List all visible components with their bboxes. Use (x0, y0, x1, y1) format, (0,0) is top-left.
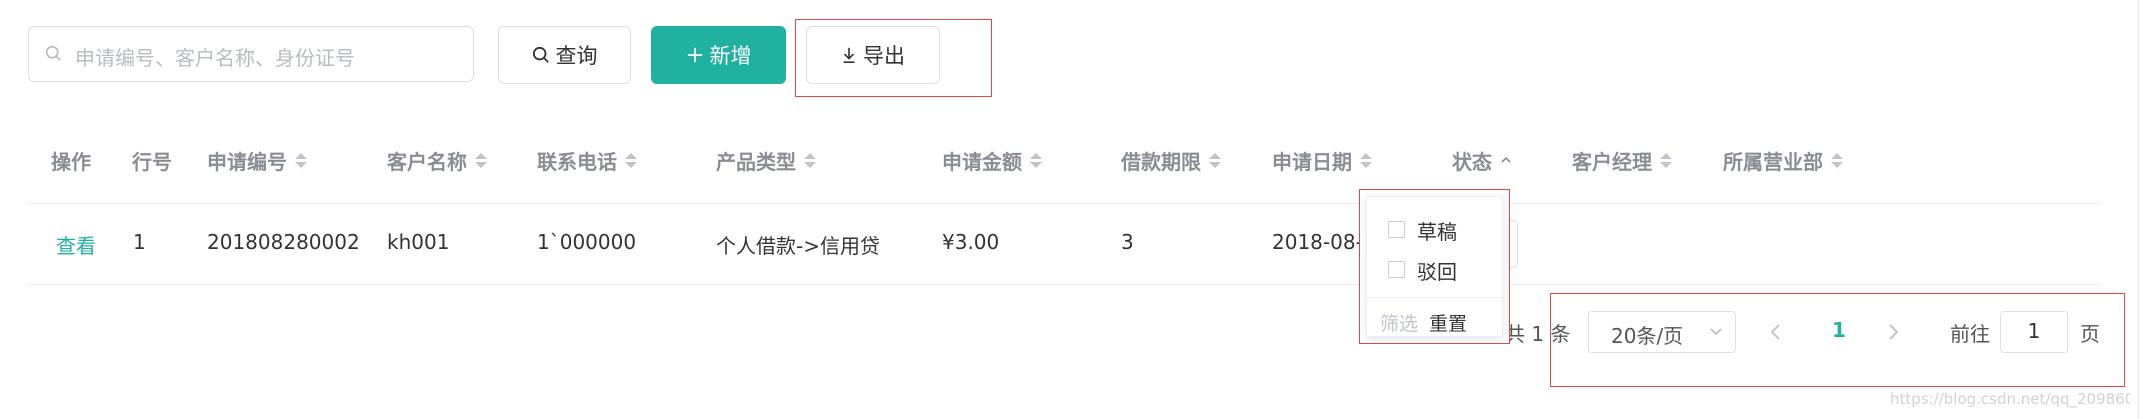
sort-icon[interactable] (1360, 152, 1372, 168)
col-header-term[interactable]: 借款期限 (1121, 146, 1221, 174)
chevron-down-icon (1710, 328, 1722, 336)
cell-customer: kh001 (387, 230, 450, 254)
goto-prefix: 前往 (1950, 322, 1990, 346)
total-count: 共 1 条 (1505, 322, 1571, 346)
status-filter-dropdown: 草稿 驳回 筛选 重置 (1359, 189, 1510, 344)
add-label: 新增 (709, 44, 752, 68)
next-page-icon[interactable] (1886, 322, 1900, 342)
col-header-index: 行号 (132, 149, 172, 174)
page-number-current[interactable]: 1 (1832, 318, 1846, 342)
watermark: https://blog.csdn.net/qq_20986029 (1890, 390, 2130, 408)
page-size-value: 20条/页 (1611, 324, 1684, 348)
cell-index: 1 (133, 230, 146, 254)
sort-icon[interactable] (804, 152, 816, 168)
filter-checkbox-rejected[interactable] (1388, 261, 1405, 278)
sort-icon[interactable] (1209, 152, 1221, 168)
page-right-edge (2138, 0, 2139, 419)
col-header-customer[interactable]: 客户名称 (387, 146, 487, 174)
sort-icon[interactable] (625, 152, 637, 168)
goto-page-input[interactable]: 1 (2000, 311, 2068, 353)
search-input[interactable]: 申请编号、客户名称、身份证号 (28, 26, 474, 82)
status-filter-panel: 草稿 驳回 筛选 重置 (1366, 196, 1503, 337)
col-header-app-no[interactable]: 申请编号 (207, 146, 307, 174)
cell-product: 个人借款->信用贷 (716, 234, 880, 258)
col-header-date[interactable]: 申请日期 (1272, 146, 1372, 174)
filter-reset-button[interactable]: 重置 (1429, 309, 1467, 336)
goto-suffix: 页 (2080, 322, 2100, 346)
sort-icon[interactable] (1030, 152, 1042, 168)
cell-phone: 1`000000 (537, 230, 637, 254)
query-button[interactable]: 查询 (498, 26, 631, 84)
chevron-up-icon[interactable] (1500, 155, 1512, 165)
goto-page-value: 1 (2027, 319, 2041, 343)
search-icon (532, 46, 549, 63)
col-header-action: 操作 (51, 149, 91, 174)
col-header-status[interactable]: 状态 (1452, 146, 1512, 174)
search-placeholder: 申请编号、客户名称、身份证号 (75, 46, 355, 70)
export-label: 导出 (863, 44, 905, 68)
download-icon (843, 47, 855, 64)
cell-app-no: 201808280002 (207, 230, 360, 254)
view-link[interactable]: 查看 (56, 230, 96, 259)
filter-option-rejected[interactable]: 驳回 (1417, 256, 1457, 285)
cell-amount: ¥3.00 (942, 230, 1000, 254)
sort-icon[interactable] (1660, 152, 1672, 168)
plus-icon (687, 47, 702, 63)
sort-icon[interactable] (475, 152, 487, 168)
export-button[interactable]: 导出 (806, 26, 940, 84)
prev-page-icon[interactable] (1769, 322, 1783, 342)
page-size-select[interactable]: 20条/页 (1588, 311, 1736, 353)
filter-confirm-button[interactable]: 筛选 (1380, 309, 1418, 336)
add-button[interactable]: 新增 (651, 26, 786, 84)
search-icon (45, 45, 61, 61)
row-divider (28, 284, 2100, 285)
col-header-manager[interactable]: 客户经理 (1572, 146, 1672, 174)
cell-term: 3 (1121, 230, 1134, 254)
sort-icon[interactable] (1831, 152, 1843, 168)
query-label: 查询 (555, 44, 598, 68)
col-header-amount[interactable]: 申请金额 (942, 146, 1042, 174)
filter-checkbox-draft[interactable] (1388, 221, 1405, 238)
col-header-branch[interactable]: 所属营业部 (1723, 146, 1843, 174)
filter-option-draft[interactable]: 草稿 (1417, 216, 1457, 245)
col-header-product[interactable]: 产品类型 (716, 146, 816, 174)
filter-footer-divider (1367, 297, 1502, 298)
sort-icon[interactable] (295, 152, 307, 168)
col-header-phone[interactable]: 联系电话 (537, 146, 637, 174)
